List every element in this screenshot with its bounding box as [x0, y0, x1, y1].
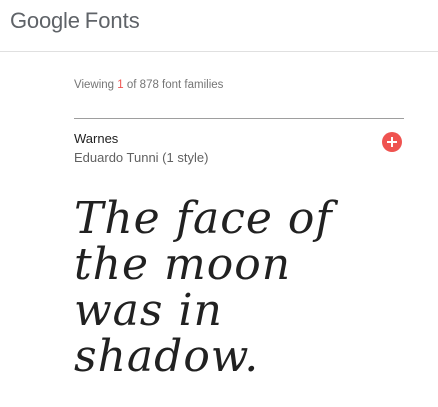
plus-circle-icon — [387, 137, 397, 147]
results-count: 1 — [117, 79, 124, 91]
add-font-button[interactable] — [382, 132, 402, 152]
sample-line: the moon — [74, 239, 292, 290]
sample-line: shadow. — [74, 331, 260, 382]
font-sample-text: The face of the moon was in shadow. — [74, 196, 374, 380]
logo-product: Fonts — [84, 8, 140, 33]
results-suffix: of 878 font families — [126, 79, 224, 91]
results-count-text: Viewing 1 of 878 font families — [74, 79, 223, 91]
logo-brand: Google — [10, 8, 80, 33]
font-family-meta: Eduardo Tunni (1 style) — [74, 150, 209, 165]
font-family-name[interactable]: Warnes — [74, 131, 118, 146]
sample-line: was in — [74, 285, 223, 336]
sample-line: The face of — [74, 193, 333, 244]
page: Google Fonts Viewing 1 of 878 font famili… — [0, 0, 438, 407]
google-fonts-logo[interactable]: Google Fonts — [10, 8, 140, 34]
app-header: Google Fonts — [0, 0, 438, 52]
card-divider — [74, 118, 404, 119]
results-prefix: Viewing — [74, 79, 115, 91]
